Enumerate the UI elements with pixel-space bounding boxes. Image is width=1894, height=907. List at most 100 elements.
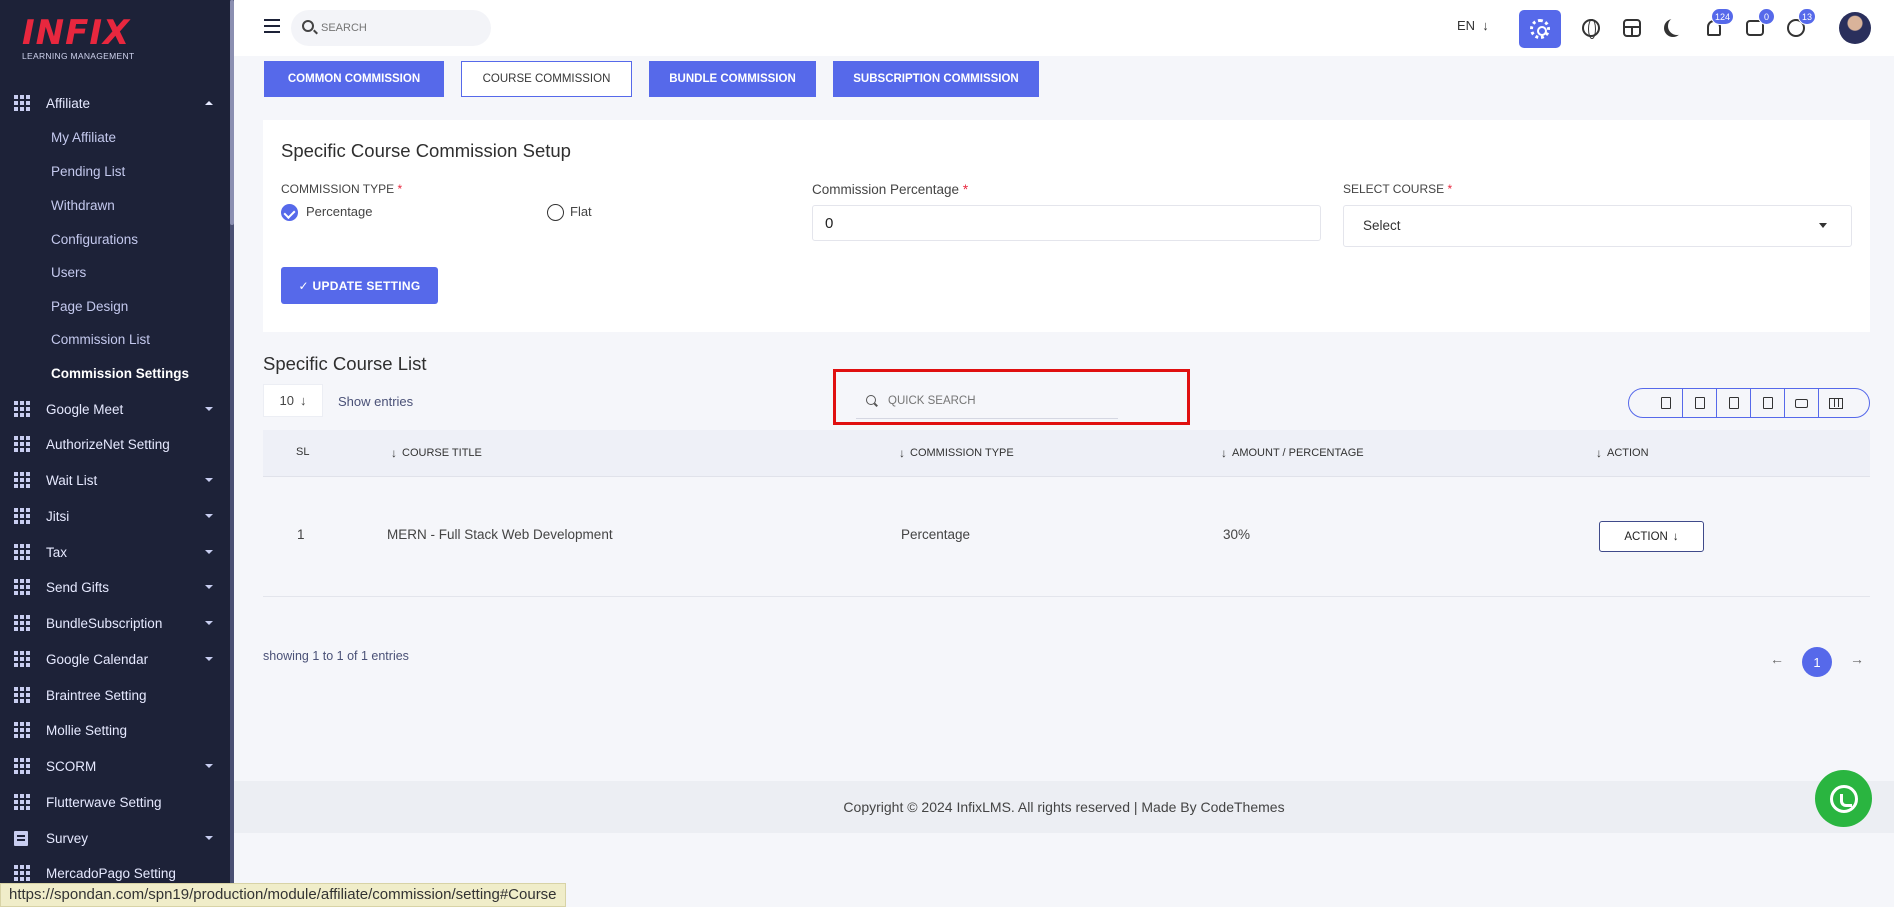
grid-icon [14, 794, 30, 810]
sidebar-item-mercadopago[interactable]: MercadoPago Setting [0, 861, 230, 885]
radio-flat-label: Flat [570, 204, 592, 219]
select-course-dropdown[interactable]: Select [1343, 205, 1852, 247]
highlight-box [833, 369, 1190, 425]
tab-subscription-commission[interactable]: SUBSCRIPTION COMMISSION [833, 61, 1039, 97]
messages-badge: 0 [1758, 8, 1775, 25]
pagination-next[interactable]: → [1850, 651, 1864, 667]
sidebar-item-label: Affiliate [46, 95, 91, 111]
notifications-button[interactable]: 124 [1698, 8, 1734, 44]
app-logo[interactable]: INFIX LEARNING MANAGEMENT [22, 16, 142, 66]
chevron-down-icon [1819, 223, 1827, 228]
sidebar-item-survey[interactable]: Survey [0, 826, 230, 850]
grid-icon [14, 865, 30, 881]
sidebar-subitem-commission-list[interactable]: Commission List [51, 330, 150, 350]
sidebar-item-jitsi[interactable]: Jitsi [0, 504, 230, 528]
sidebar-subitem-commission-settings[interactable]: Commission Settings [51, 364, 189, 384]
header-search-input[interactable] [321, 19, 481, 37]
radio-flat[interactable] [547, 204, 564, 221]
sidebar-item-bundle-subscription[interactable]: BundleSubscription [0, 611, 230, 635]
whatsapp-header-button[interactable]: 13 [1780, 8, 1816, 44]
show-entries-label: Show entries [338, 394, 414, 409]
column-visibility-button[interactable] [1819, 389, 1853, 417]
dark-mode-toggle[interactable] [1657, 12, 1689, 44]
sidebar-item-label: BundleSubscription [46, 615, 163, 631]
sidebar-subitem-withdrawn[interactable]: Withdrawn [51, 196, 115, 216]
pdf-icon [1762, 397, 1773, 409]
sidebar-subitem-pending-list[interactable]: Pending List [51, 162, 125, 182]
excel-button[interactable] [1683, 389, 1717, 417]
print-button[interactable] [1785, 389, 1819, 417]
search-icon [302, 20, 314, 32]
language-code: EN [1457, 18, 1476, 33]
tab-bundle-commission[interactable]: BUNDLE COMMISSION [649, 61, 816, 97]
column-action[interactable]: ↓ ACTION [1596, 446, 1649, 460]
website-button[interactable] [1575, 12, 1607, 44]
sidebar-item-label: Mollie Setting [46, 722, 128, 738]
pdf-button[interactable] [1751, 389, 1785, 417]
entries-per-page-select[interactable]: 10 ↓ [263, 384, 323, 417]
sidebar-subitem-page-design[interactable]: Page Design [51, 297, 128, 317]
language-selector[interactable]: EN ↓ [1457, 18, 1489, 33]
sidebar-scrollbar[interactable] [230, 0, 234, 907]
copy-button[interactable] [1649, 389, 1683, 417]
required-mark: * [1447, 182, 1453, 196]
layout-button[interactable] [1616, 12, 1648, 44]
commission-percentage-input[interactable] [812, 205, 1321, 241]
menu-icon[interactable] [264, 19, 280, 33]
column-sl[interactable]: SL [296, 446, 309, 458]
commission-percentage-label: Commission Percentage * [812, 182, 968, 197]
column-commission-type[interactable]: ↓ COMMISSION TYPE [899, 446, 1014, 460]
entries-value: 10 [279, 393, 294, 408]
chevron-down-icon [205, 550, 213, 554]
logo-subtitle: LEARNING MANAGEMENT [22, 51, 135, 61]
sidebar-item-label: Survey [46, 830, 89, 846]
settings-button[interactable] [1519, 10, 1561, 48]
sidebar-item-braintree[interactable]: Braintree Setting [0, 683, 230, 707]
sidebar-item-scorm[interactable]: SCORM [0, 754, 230, 778]
messages-button[interactable]: 0 [1739, 8, 1775, 44]
sidebar-item-tax[interactable]: Tax [0, 540, 230, 564]
sidebar-item-label: Braintree Setting [46, 687, 147, 703]
logo-word: INFIX [22, 13, 131, 53]
sidebar-item-google-meet[interactable]: Google Meet [0, 397, 230, 421]
header-search[interactable] [291, 10, 491, 46]
cell-course-title: MERN - Full Stack Web Development [387, 527, 613, 542]
moon-icon [1668, 17, 1686, 35]
grid-icon [14, 758, 30, 774]
sidebar-item-label: Send Gifts [46, 579, 110, 595]
sidebar-subitem-configurations[interactable]: Configurations [51, 230, 138, 250]
row-action-button[interactable]: ACTION ↓ [1599, 521, 1704, 552]
sidebar-item-affiliate[interactable]: Affiliate [0, 91, 230, 115]
csv-icon [1728, 397, 1739, 409]
whatsapp-chat-button[interactable] [1815, 770, 1872, 827]
sort-arrow-icon: ↓ [1221, 446, 1227, 460]
sidebar-subitem-my-affiliate[interactable]: My Affiliate [51, 128, 116, 148]
avatar[interactable] [1839, 12, 1871, 44]
column-amount[interactable]: ↓ AMOUNT / PERCENTAGE [1221, 446, 1364, 460]
excel-icon [1694, 397, 1705, 409]
sort-arrow-icon: ↓ [899, 446, 905, 460]
sidebar-item-label: Wait List [46, 472, 98, 488]
column-label: COMMISSION TYPE [910, 447, 1014, 459]
sidebar: INFIX LEARNING MANAGEMENT Affiliate My A… [0, 0, 234, 907]
tab-common-commission[interactable]: COMMON COMMISSION [264, 61, 444, 97]
sidebar-item-authorizenet[interactable]: AuthorizeNet Setting [0, 432, 230, 456]
cell-commission-type: Percentage [901, 527, 971, 542]
pagination-page[interactable]: 1 [1802, 647, 1832, 677]
sidebar-item-send-gifts[interactable]: Send Gifts [0, 575, 230, 599]
sidebar-subitem-users[interactable]: Users [51, 263, 86, 283]
top-header: EN ↓ 124 0 13 [234, 0, 1894, 56]
chevron-down-icon [205, 585, 213, 589]
sidebar-item-mollie[interactable]: Mollie Setting [0, 718, 230, 742]
column-course-title[interactable]: ↓ COURSE TITLE [391, 446, 482, 460]
required-mark: * [397, 182, 403, 196]
sidebar-item-flutterwave[interactable]: Flutterwave Setting [0, 790, 230, 814]
sidebar-item-wait-list[interactable]: Wait List [0, 468, 230, 492]
tab-course-commission[interactable]: COURSE COMMISSION [461, 61, 632, 97]
sidebar-item-google-calendar[interactable]: Google Calendar [0, 647, 230, 671]
csv-button[interactable] [1717, 389, 1751, 417]
pagination-prev[interactable]: ← [1770, 651, 1784, 667]
radio-percentage[interactable] [281, 204, 298, 221]
sidebar-item-label: Jitsi [46, 508, 70, 524]
update-setting-button[interactable]: ✓ UPDATE SETTING [281, 267, 438, 304]
